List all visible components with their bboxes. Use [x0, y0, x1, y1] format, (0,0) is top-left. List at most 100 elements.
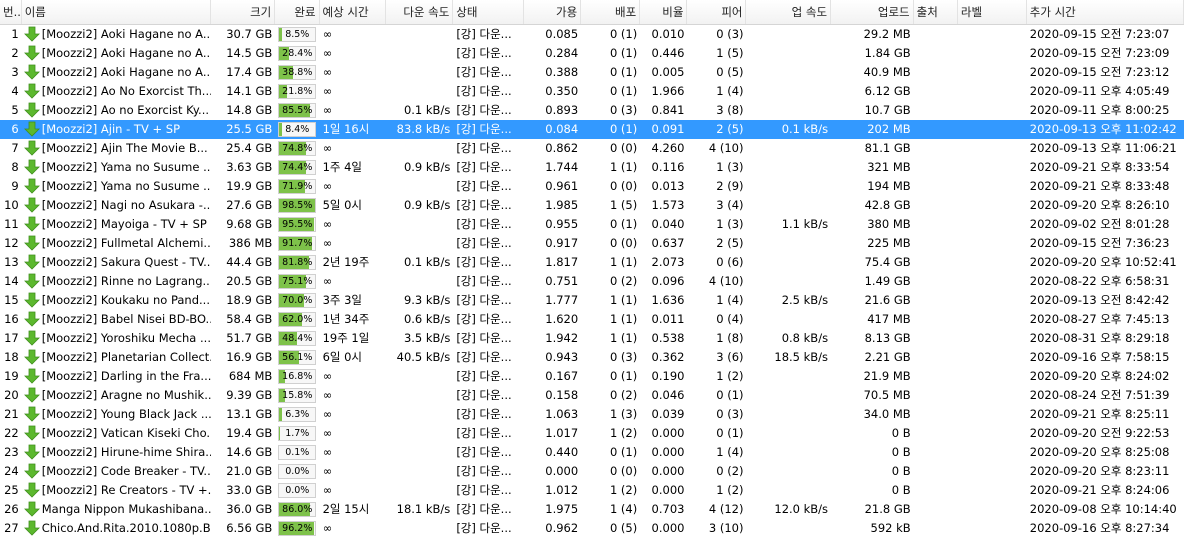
column-header-eta[interactable]: 예상 시간	[320, 0, 387, 24]
torrent-name[interactable]: [Moozzi2] Ajin The Movie B...	[22, 139, 212, 158]
torrent-row[interactable]: 19 [Moozzi2] Darling in the Fra... 684 M…	[0, 367, 1184, 386]
torrent-name[interactable]: [Moozzi2] Ao No Exorcist Th...	[22, 82, 211, 101]
torrent-name[interactable]: [Moozzi2] Sakura Quest - TV...	[22, 253, 211, 272]
torrent-seeds: 1 (1)	[609, 160, 638, 174]
torrent-row[interactable]: 6 [Moozzi2] Ajin - TV + SP 25.5 GB 8.4% …	[0, 120, 1184, 139]
torrent-name[interactable]: [Moozzi2] Yoroshiku Mecha ...	[22, 329, 212, 348]
progress-bar: 74.4%	[278, 160, 317, 175]
column-header-peers[interactable]: 피어	[687, 0, 747, 24]
torrent-added: 2020-09-20 오후 8:24:02	[1029, 369, 1170, 383]
torrent-name[interactable]: [Moozzi2] Young Black Jack ...	[22, 405, 211, 424]
column-header-status[interactable]: 상태	[453, 0, 525, 24]
progress-bar: 48.4%	[278, 331, 317, 346]
torrent-name[interactable]: [Moozzi2] Nagi no Asukara -...	[22, 196, 211, 215]
torrent-down-speed	[386, 25, 453, 44]
torrent-row[interactable]: 16 [Moozzi2] Babel Nisei BD-BO... 58.4 G…	[0, 310, 1184, 329]
torrent-seeds: 0 (2)	[609, 388, 638, 402]
torrent-progress: 71.9%	[275, 177, 319, 196]
torrent-peers: 2 (5)	[716, 236, 744, 250]
torrent-row[interactable]: 14 [Moozzi2] Rinne no Lagrang... 20.5 GB…	[0, 272, 1184, 291]
torrent-list[interactable]: 번... 이름 크기 완료 예상 시간 다운 속도 상태 가용 배포 비율 피어…	[0, 0, 1184, 545]
column-header-down-speed[interactable]: 다운 속도	[386, 0, 454, 24]
torrent-seeds: 0 (1)	[609, 46, 638, 60]
column-header-seeds[interactable]: 배포	[581, 0, 641, 24]
column-header-label[interactable]: 라벨	[958, 0, 1027, 24]
torrent-name[interactable]: [Moozzi2] Yama no Susume ...	[22, 158, 211, 177]
progress-label: 21.8%	[282, 86, 313, 97]
torrent-name[interactable]: [Moozzi2] Planetarian Collect...	[22, 348, 211, 367]
download-arrow-icon	[23, 178, 40, 194]
column-header-ratio[interactable]: 비율	[640, 0, 688, 24]
torrent-row[interactable]: 1 [Moozzi2] Aoki Hagane no A... 30.7 GB …	[0, 25, 1184, 44]
torrent-row[interactable]: 9 [Moozzi2] Yama no Susume ... 19.9 GB 7…	[0, 177, 1184, 196]
torrent-row[interactable]: 22 [Moozzi2] Vatican Kiseki Cho... 19.4 …	[0, 424, 1184, 443]
torrent-row[interactable]: 5 [Moozzi2] Ao no Exorcist Ky... 14.8 GB…	[0, 101, 1184, 120]
torrent-name[interactable]: [Moozzi2] Code Breaker - TV...	[22, 462, 211, 481]
torrent-uploaded: 34.0 MB	[863, 407, 911, 421]
torrent-row[interactable]: 3 [Moozzi2] Aoki Hagane no A... 17.4 GB …	[0, 63, 1184, 82]
torrent-row[interactable]: 11 [Moozzi2] Mayoiga - TV + SP 9.68 GB 9…	[0, 215, 1184, 234]
torrent-row[interactable]: 10 [Moozzi2] Nagi no Asukara -... 27.6 G…	[0, 196, 1184, 215]
torrent-source	[914, 348, 958, 367]
torrent-source	[914, 481, 958, 500]
column-header-size[interactable]: 크기	[211, 0, 276, 24]
torrent-down-speed: 83.8 kB/s	[396, 122, 451, 136]
torrent-row[interactable]: 20 [Moozzi2] Aragne no Mushik... 9.39 GB…	[0, 386, 1184, 405]
torrent-name[interactable]: [Moozzi2] Aoki Hagane no A...	[22, 63, 211, 82]
torrent-name[interactable]: [Moozzi2] Re Creators - TV +...	[22, 481, 211, 500]
torrent-row[interactable]: 18 [Moozzi2] Planetarian Collect... 16.9…	[0, 348, 1184, 367]
torrent-name[interactable]: [Moozzi2] Yama no Susume ...	[22, 177, 211, 196]
torrent-name[interactable]: [Moozzi2] Aoki Hagane no A...	[22, 25, 211, 44]
column-header-source[interactable]: 출처	[914, 0, 958, 24]
torrent-row[interactable]: 27 Chico.And.Rita.2010.1080p.B... 6.56 G…	[0, 519, 1184, 538]
torrent-name[interactable]: [Moozzi2] Vatican Kiseki Cho...	[22, 424, 211, 443]
torrent-added: 2020-09-16 오후 8:27:34	[1029, 521, 1170, 535]
torrent-status: [강] 다운...	[456, 445, 512, 459]
column-header-done[interactable]: 완료	[275, 0, 320, 24]
torrent-row[interactable]: 24 [Moozzi2] Code Breaker - TV... 21.0 G…	[0, 462, 1184, 481]
torrent-name[interactable]: [Moozzi2] Mayoiga - TV + SP	[22, 215, 212, 234]
torrent-row[interactable]: 4 [Moozzi2] Ao No Exorcist Th... 14.1 GB…	[0, 82, 1184, 101]
torrent-row[interactable]: 17 [Moozzi2] Yoroshiku Mecha ... 51.7 GB…	[0, 329, 1184, 348]
torrent-ratio: 1.636	[651, 293, 685, 307]
column-header-availability[interactable]: 가용	[524, 0, 582, 24]
progress-label: 8.5%	[285, 29, 310, 40]
torrent-row[interactable]: 12 [Moozzi2] Fullmetal Alchemi... 386 MB…	[0, 234, 1184, 253]
torrent-size: 9.68 GB	[226, 217, 273, 231]
torrent-row[interactable]: 21 [Moozzi2] Young Black Jack ... 13.1 G…	[0, 405, 1184, 424]
torrent-name[interactable]: [Moozzi2] Fullmetal Alchemi...	[22, 234, 211, 253]
torrent-seeds: 1 (3)	[609, 407, 638, 421]
torrent-name[interactable]: [Moozzi2] Hirune-hime Shira...	[22, 443, 211, 462]
column-header-name[interactable]: 이름	[22, 0, 212, 24]
torrent-name[interactable]: [Moozzi2] Ao no Exorcist Ky...	[22, 101, 212, 120]
torrent-row[interactable]: 15 [Moozzi2] Koukaku no Pand... 18.9 GB …	[0, 291, 1184, 310]
torrent-availability: 0.917	[545, 236, 579, 250]
torrent-name[interactable]: [Moozzi2] Babel Nisei BD-BO...	[22, 310, 211, 329]
torrent-name[interactable]: [Moozzi2] Rinne no Lagrang...	[22, 272, 211, 291]
torrent-name[interactable]: [Moozzi2] Darling in the Fra...	[22, 367, 211, 386]
column-header-uploaded[interactable]: 업로드	[831, 0, 914, 24]
torrent-row[interactable]: 23 [Moozzi2] Hirune-hime Shira... 14.6 G…	[0, 443, 1184, 462]
column-header-up-speed[interactable]: 업 속도	[746, 0, 832, 24]
torrent-peers: 1 (4)	[716, 445, 744, 459]
torrent-row[interactable]: 26 Manga Nippon Mukashibana... 36.0 GB 8…	[0, 500, 1184, 519]
torrent-row[interactable]: 8 [Moozzi2] Yama no Susume ... 3.63 GB 7…	[0, 158, 1184, 177]
row-number: 16	[4, 312, 19, 326]
row-number: 15	[4, 293, 19, 307]
torrent-progress: 98.5%	[275, 196, 319, 215]
torrent-name[interactable]: [Moozzi2] Koukaku no Pand...	[22, 291, 212, 310]
row-number: 3	[11, 65, 19, 79]
torrent-row[interactable]: 7 [Moozzi2] Ajin The Movie B... 25.4 GB …	[0, 139, 1184, 158]
torrent-row[interactable]: 25 [Moozzi2] Re Creators - TV +... 33.0 …	[0, 481, 1184, 500]
column-header-added[interactable]: 추가 시간	[1027, 0, 1184, 24]
torrent-name[interactable]: [Moozzi2] Ajin - TV + SP	[22, 120, 212, 139]
torrent-name[interactable]: [Moozzi2] Aoki Hagane no A...	[22, 44, 212, 63]
torrent-name[interactable]: [Moozzi2] Aragne no Mushik...	[22, 386, 211, 405]
torrent-row[interactable]: 13 [Moozzi2] Sakura Quest - TV... 44.4 G…	[0, 253, 1184, 272]
column-header-num[interactable]: 번...	[0, 0, 22, 24]
torrent-name[interactable]: Chico.And.Rita.2010.1080p.B...	[22, 519, 211, 538]
torrent-row[interactable]: 2 [Moozzi2] Aoki Hagane no A... 14.5 GB …	[0, 44, 1184, 63]
torrent-added: 2020-09-11 오후 8:00:25	[1029, 103, 1170, 117]
torrent-name-text: [Moozzi2] Aoki Hagane no A...	[41, 46, 212, 60]
torrent-name[interactable]: Manga Nippon Mukashibana...	[22, 500, 211, 519]
